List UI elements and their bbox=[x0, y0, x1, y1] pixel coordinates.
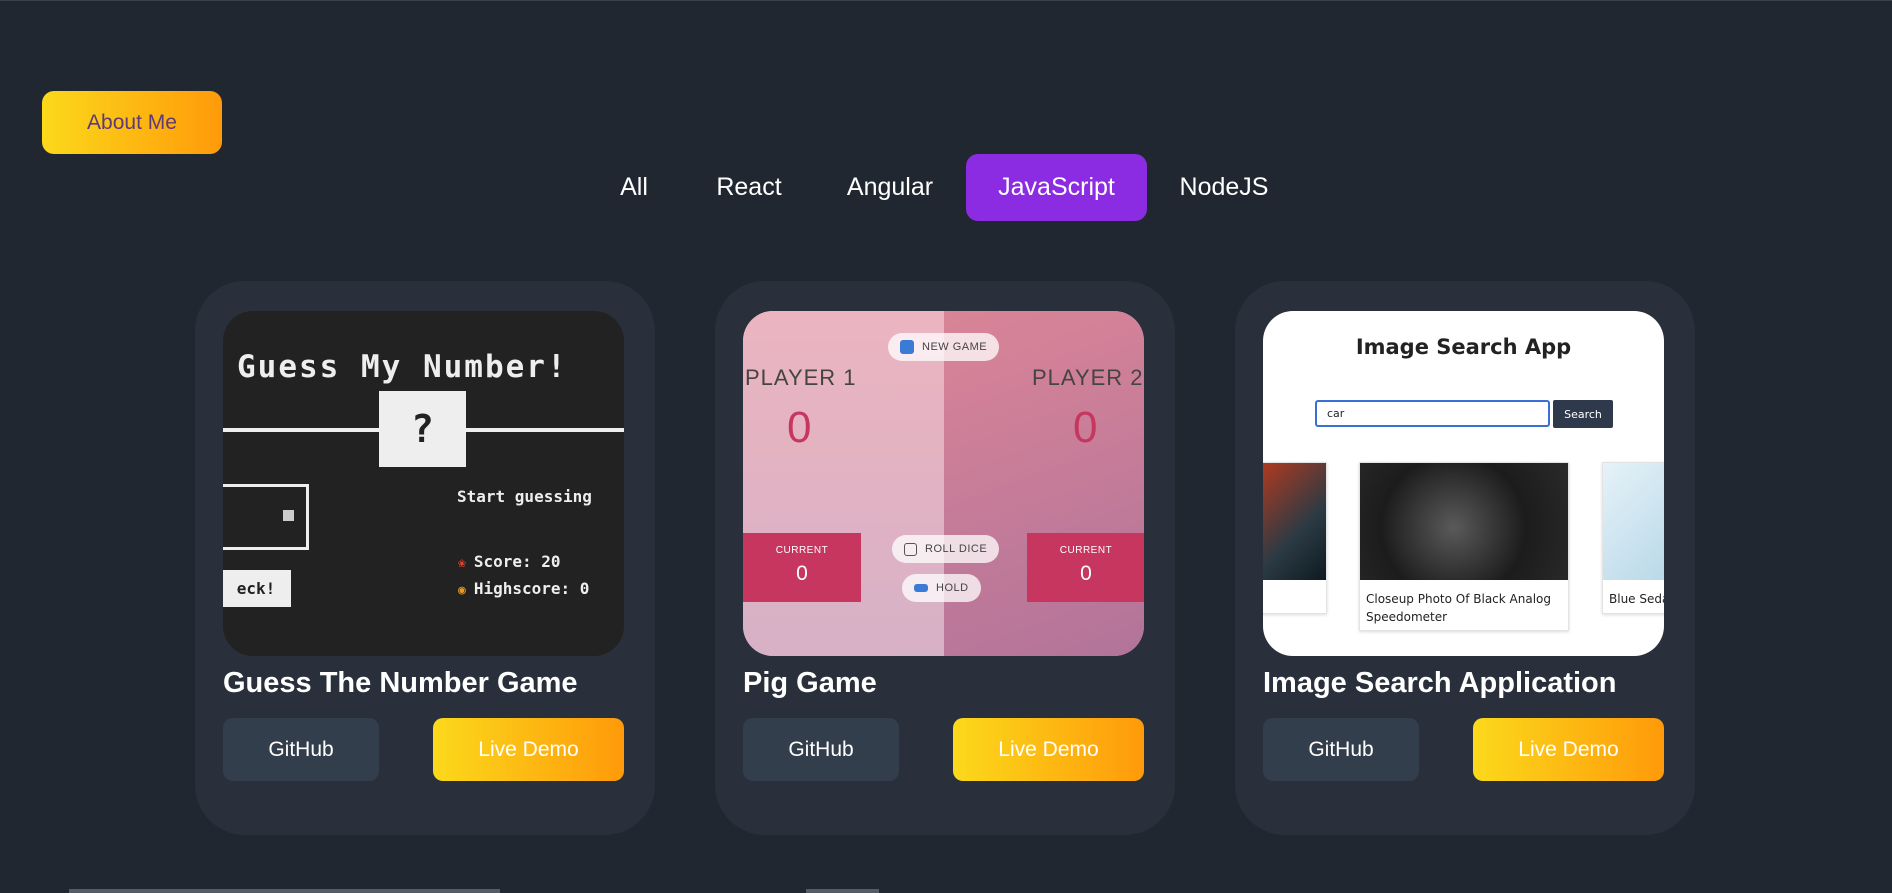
status-message: Start guessing bbox=[457, 487, 592, 506]
top-border bbox=[0, 0, 1892, 1]
tab-javascript[interactable]: JavaScript bbox=[966, 154, 1147, 221]
dice-icon bbox=[904, 542, 917, 556]
project-title: Pig Game bbox=[743, 667, 877, 699]
project-preview-image[interactable]: Image Search App car Search Closeup Phot… bbox=[1263, 311, 1664, 656]
result-caption: Closeup Photo Of Black Analog Speedomete… bbox=[1366, 592, 1551, 624]
search-button: Search bbox=[1553, 400, 1613, 428]
next-row-edge bbox=[806, 889, 879, 893]
project-title: Image Search Application bbox=[1263, 667, 1617, 699]
tab-all[interactable]: All bbox=[606, 154, 662, 221]
filter-tabs: All React Angular JavaScript NodeJS bbox=[0, 154, 1892, 221]
player1-score: 0 bbox=[787, 403, 812, 452]
player1-name: PLAYER 1 bbox=[745, 365, 857, 390]
guess-input bbox=[223, 484, 309, 550]
score-icon: ❀ bbox=[458, 556, 466, 571]
result-card bbox=[1263, 462, 1327, 614]
roll-dice-button: ROLL DICE bbox=[892, 535, 1000, 563]
result-image bbox=[1603, 463, 1664, 580]
player2-name: PLAYER 2 bbox=[1032, 365, 1144, 390]
result-card: Blue Seda bbox=[1602, 462, 1664, 614]
result-card: Closeup Photo Of Black Analog Speedomete… bbox=[1359, 462, 1569, 631]
hold-icon bbox=[914, 584, 928, 592]
mystery-number-box: ? bbox=[379, 391, 466, 467]
next-row-edge bbox=[69, 889, 500, 893]
github-button[interactable]: GitHub bbox=[743, 718, 899, 781]
result-image bbox=[1263, 463, 1326, 580]
project-card-image-search: Image Search App car Search Closeup Phot… bbox=[1235, 281, 1695, 835]
score-text: Score: 20 bbox=[473, 552, 561, 571]
current-value: 0 bbox=[796, 562, 808, 585]
player2-current: CURRENT 0 bbox=[1027, 533, 1144, 602]
search-input: car bbox=[1315, 400, 1550, 427]
project-card-guess-number: Guess My Number! ? eck! Start guessing ❀… bbox=[195, 281, 655, 835]
live-demo-button[interactable]: Live Demo bbox=[433, 718, 624, 781]
about-me-button[interactable]: About Me bbox=[42, 91, 222, 154]
hold-label: HOLD bbox=[936, 582, 969, 594]
highscore-text: Highscore: 0 bbox=[473, 579, 590, 598]
preview-heading: Image Search App bbox=[1355, 335, 1572, 359]
project-preview-image[interactable]: Guess My Number! ? eck! Start guessing ❀… bbox=[223, 311, 624, 656]
medal-icon: ◉ bbox=[458, 583, 466, 598]
new-game-label: NEW GAME bbox=[922, 341, 988, 353]
github-button[interactable]: GitHub bbox=[223, 718, 379, 781]
tab-react[interactable]: React bbox=[700, 154, 798, 221]
current-value: 0 bbox=[1080, 562, 1092, 585]
input-spinner bbox=[283, 510, 294, 521]
result-caption: Blue Seda bbox=[1609, 592, 1664, 606]
project-title: Guess The Number Game bbox=[223, 667, 578, 699]
player2-score: 0 bbox=[1073, 403, 1098, 452]
result-image bbox=[1360, 463, 1568, 580]
player1-current: CURRENT 0 bbox=[743, 533, 861, 602]
new-game-button: NEW GAME bbox=[888, 333, 1000, 361]
hold-button: HOLD bbox=[902, 574, 981, 602]
tab-nodejs[interactable]: NodeJS bbox=[1172, 154, 1276, 221]
current-label: CURRENT bbox=[1059, 545, 1113, 556]
github-button[interactable]: GitHub bbox=[1263, 718, 1419, 781]
live-demo-button[interactable]: Live Demo bbox=[1473, 718, 1664, 781]
project-card-pig-game: NEW GAME PLAYER 1 PLAYER 2 0 0 CURRENT 0… bbox=[715, 281, 1175, 835]
refresh-icon bbox=[900, 340, 914, 354]
player2-panel bbox=[944, 311, 1144, 656]
result-caption bbox=[1263, 580, 1326, 590]
preview-heading: Guess My Number! bbox=[237, 349, 568, 385]
roll-dice-label: ROLL DICE bbox=[925, 543, 988, 555]
project-preview-image[interactable]: NEW GAME PLAYER 1 PLAYER 2 0 0 CURRENT 0… bbox=[743, 311, 1144, 656]
live-demo-button[interactable]: Live Demo bbox=[953, 718, 1144, 781]
current-label: CURRENT bbox=[775, 545, 829, 556]
player1-panel bbox=[743, 311, 944, 656]
check-button: eck! bbox=[223, 570, 291, 607]
score-label: ❀ Score: 20 bbox=[458, 552, 561, 571]
tab-angular[interactable]: Angular bbox=[838, 154, 942, 221]
highscore-label: ◉ Highscore: 0 bbox=[458, 579, 589, 598]
